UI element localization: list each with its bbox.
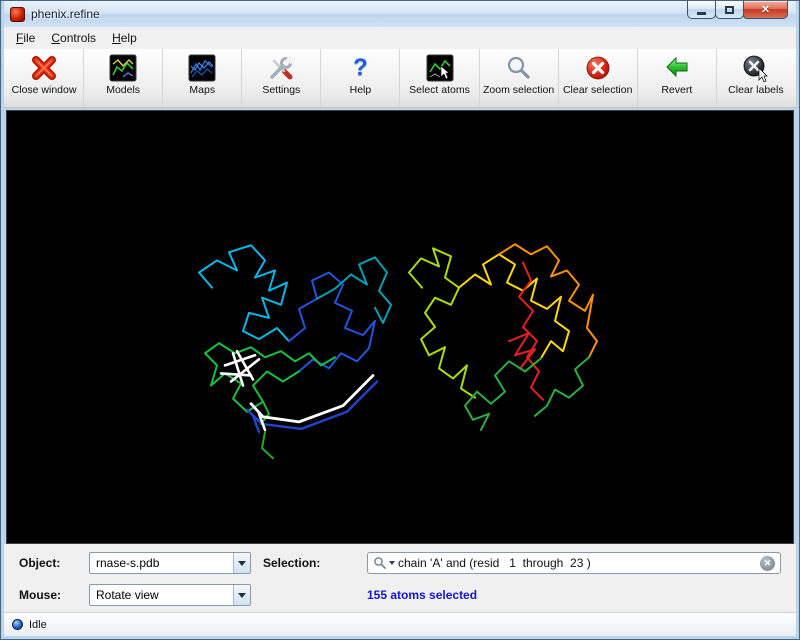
clear-labels-icon (741, 52, 771, 84)
revert-button[interactable]: Revert (638, 49, 717, 107)
selection-label: Selection: (263, 556, 355, 570)
menu-bar: File Controls Help (4, 27, 796, 49)
models-icon (108, 52, 138, 84)
select-atoms-button[interactable]: Select atoms (400, 49, 479, 107)
status-bar: Idle (4, 612, 796, 636)
select-atoms-label: Select atoms (409, 84, 470, 96)
maximize-icon (725, 6, 734, 14)
selection-input[interactable]: chain 'A' and (resid 1 through 23 ) ✕ (367, 552, 781, 574)
settings-icon (266, 52, 296, 84)
molecule-viewport[interactable] (6, 110, 794, 544)
clear-input-icon: ✕ (764, 558, 772, 569)
object-select-value: rnase-s.pdb (90, 556, 233, 570)
search-icon (373, 556, 387, 570)
close-window-label: Close window (12, 84, 77, 96)
title-bar[interactable]: phenix.refine ✕ (4, 1, 796, 27)
status-led-icon (12, 619, 23, 630)
object-select[interactable]: rnase-s.pdb (89, 552, 251, 574)
settings-button[interactable]: Settings (242, 49, 321, 107)
mouse-mode-select[interactable]: Rotate view (89, 584, 251, 606)
clear-input-button[interactable]: ✕ (760, 556, 775, 571)
zoom-selection-label: Zoom selection (483, 84, 554, 96)
mouse-mode-value: Rotate view (90, 588, 233, 602)
minimize-icon (697, 12, 706, 15)
clear-selection-button[interactable]: Clear selection (559, 49, 638, 107)
clear-labels-button[interactable]: Clear labels (717, 49, 795, 107)
phenix-refine-window: phenix.refine ✕ File Controls Help (0, 0, 800, 640)
revert-icon (662, 52, 692, 84)
chevron-down-icon (238, 593, 246, 598)
models-button[interactable]: Models (84, 49, 163, 107)
window-title: phenix.refine (31, 7, 100, 21)
clear-selection-label: Clear selection (563, 84, 632, 96)
help-label: Help (350, 84, 372, 96)
object-label: Object: (19, 556, 77, 570)
clear-selection-icon (583, 52, 613, 84)
mouse-mode-dropdown-button[interactable] (233, 585, 250, 605)
zoom-selection-icon (504, 52, 534, 84)
selection-highlight (221, 351, 377, 458)
controls-panel: Object: rnase-s.pdb Selection: chain 'A'… (4, 544, 796, 612)
chevron-down-icon (238, 561, 246, 566)
selection-input-value: chain 'A' and (resid 1 through 23 ) (398, 556, 760, 570)
close-button[interactable]: ✕ (743, 1, 788, 19)
revert-label: Revert (661, 84, 692, 96)
maps-button[interactable]: Maps (163, 49, 242, 107)
help-icon: ? (345, 52, 375, 84)
object-select-dropdown-button[interactable] (233, 553, 250, 573)
mouse-label: Mouse: (19, 588, 77, 602)
maps-label: Maps (189, 84, 215, 96)
minimize-button[interactable] (687, 1, 716, 19)
status-text: Idle (29, 619, 47, 631)
clear-labels-label: Clear labels (728, 84, 783, 96)
maps-icon (187, 52, 217, 84)
close-window-button[interactable]: Close window (5, 49, 84, 107)
app-icon (10, 7, 25, 22)
search-options-arrow-icon[interactable] (389, 561, 395, 565)
menu-controls[interactable]: Controls (43, 29, 104, 47)
protein-model-right (409, 244, 597, 430)
help-button[interactable]: ? Help (321, 49, 400, 107)
close-icon: ✕ (761, 3, 770, 16)
window-controls: ✕ (687, 1, 788, 19)
settings-label: Settings (262, 84, 300, 96)
menu-file[interactable]: File (8, 29, 43, 47)
maximize-button[interactable] (715, 1, 744, 19)
zoom-selection-button[interactable]: Zoom selection (480, 49, 559, 107)
menu-help[interactable]: Help (104, 29, 145, 47)
atoms-selected-text: 155 atoms selected (367, 588, 781, 602)
toolbar: Close window Models (4, 49, 796, 108)
select-atoms-icon (425, 52, 455, 84)
close-window-icon (29, 52, 59, 84)
models-label: Models (106, 84, 140, 96)
